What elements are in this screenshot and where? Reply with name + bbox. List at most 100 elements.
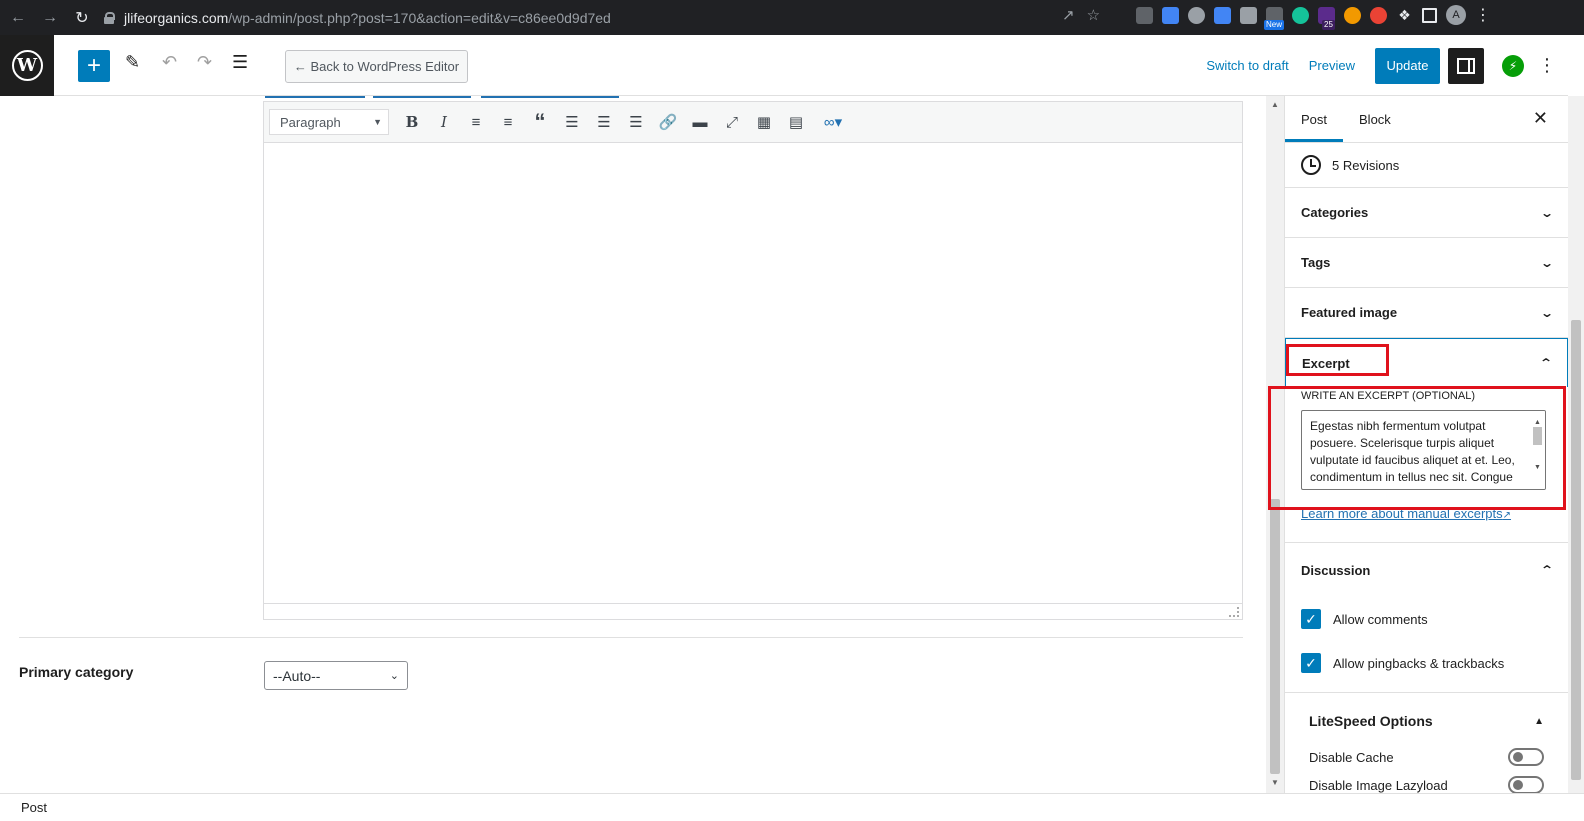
align-center-icon[interactable]: ☰ [589, 108, 619, 136]
discussion-label: Discussion [1301, 562, 1371, 578]
counter-extension-icon[interactable]: 25 [1318, 6, 1335, 30]
browser-menu-icon[interactable]: ⋮ [1475, 5, 1491, 25]
translate-extension-icon[interactable] [1214, 6, 1231, 24]
fullscreen-icon[interactable]: ⤢ [717, 108, 747, 136]
format-select-value: Paragraph [280, 114, 341, 130]
litespeed-panel-toggle[interactable]: LiteSpeed Options ▲ [1309, 693, 1544, 743]
classic-editor-block: Paragraph ▼ B I ≡ ≡ “ ☰ ☰ ☰ 🔗 ▬ ⤢ ▦ ▤ ∞▾ [263, 101, 1243, 620]
infinity-dropdown-icon[interactable]: ∞▾ [813, 108, 853, 136]
share-icon[interactable]: ↗ [1062, 6, 1075, 24]
url-host: jlifeorganics.com [124, 9, 229, 26]
news-extension-icon[interactable]: New [1264, 6, 1285, 30]
numbered-list-icon[interactable]: ≡ [493, 108, 523, 136]
camera-extension-icon[interactable] [1240, 6, 1257, 24]
disable-cache-toggle[interactable] [1508, 748, 1544, 766]
disable-lazyload-toggle[interactable] [1508, 776, 1544, 793]
litespeed-title: LiteSpeed Options [1309, 713, 1433, 729]
forward-arrow-icon[interactable]: → [36, 4, 64, 32]
profile-avatar[interactable]: A [1446, 5, 1466, 25]
redo-icon[interactable]: ↷ [197, 52, 212, 73]
disable-cache-row: Disable Cache [1309, 743, 1544, 771]
wordpress-logo-icon[interactable]: W [0, 34, 54, 96]
primary-category-label: Primary category [19, 664, 134, 680]
sidebar-scrollbar[interactable] [1568, 96, 1584, 793]
allow-pingbacks-checkbox[interactable]: ✓ [1301, 653, 1321, 673]
recycle-extension-icon[interactable] [1136, 6, 1153, 24]
triangle-up-icon: ▲ [1534, 715, 1544, 727]
back-arrow-icon[interactable]: ← [4, 4, 32, 32]
blockquote-icon[interactable]: “ [525, 108, 555, 136]
puzzle-extensions-icon[interactable]: ❖ [1396, 7, 1413, 24]
primary-category-value: --Auto-- [273, 667, 321, 684]
editor-canvas: Paragraph ▼ B I ≡ ≡ “ ☰ ☰ ☰ 🔗 ▬ ⤢ ▦ ▤ ∞▾… [0, 96, 1266, 793]
scroll-up-arrow-icon[interactable]: ▲ [1271, 100, 1279, 109]
editor-scrollbar[interactable]: ▲ ▼ [1266, 96, 1284, 793]
categories-panel-toggle[interactable]: Categories ⌄ [1285, 188, 1568, 238]
textarea-scroll-thumb[interactable] [1533, 427, 1542, 445]
sidebar-tabs: Post Block ✕ [1285, 96, 1568, 143]
learn-more-label: Learn more about manual excerpts [1301, 506, 1503, 521]
scroll-down-arrow-icon[interactable]: ▼ [1271, 778, 1279, 787]
learn-more-excerpts-link[interactable]: Learn more about manual excerpts↗ [1301, 506, 1568, 521]
excerpt-textarea[interactable]: Egestas nibh fermentum volutpat posuere.… [1301, 410, 1546, 490]
classic-editor-content[interactable] [264, 143, 1242, 603]
reload-icon[interactable]: ↻ [68, 4, 96, 32]
new-badge: New [1264, 19, 1285, 30]
tags-panel-toggle[interactable]: Tags ⌄ [1285, 238, 1568, 288]
list-view-icon[interactable]: ☰ [232, 52, 248, 73]
italic-icon[interactable]: I [429, 108, 459, 136]
tab-block[interactable]: Block [1343, 96, 1407, 142]
switch-to-draft-button[interactable]: Switch to draft [1206, 58, 1288, 73]
pencil-tools-icon[interactable]: ✎ [125, 52, 140, 73]
options-menu-icon[interactable]: ⋮ [1538, 55, 1556, 76]
primary-category-select[interactable]: --Auto-- ⌄ [264, 661, 408, 690]
textarea-scrollbar[interactable]: ▲ ▼ [1530, 411, 1545, 489]
allow-pingbacks-row: ✓ Allow pingbacks & trackbacks [1285, 641, 1568, 685]
keyboard-icon[interactable]: ▦ [749, 108, 779, 136]
disable-lazyload-row: Disable Image Lazyload [1309, 771, 1544, 793]
resize-handle[interactable] [264, 603, 1242, 619]
excerpt-text: Egestas nibh fermentum volutpat posuere.… [1310, 419, 1515, 489]
sidebar-toggle-icon[interactable] [1422, 7, 1437, 23]
docs-extension-icon[interactable] [1162, 6, 1179, 24]
toolbar-toggle-icon[interactable]: ▤ [781, 108, 811, 136]
featured-image-panel-toggle[interactable]: Featured image ⌄ [1285, 288, 1568, 338]
update-button[interactable]: Update [1375, 47, 1440, 84]
read-more-icon[interactable]: ▬ [685, 108, 715, 136]
sidebar-scroll-thumb[interactable] [1571, 320, 1581, 780]
discussion-panel: Discussion ⌃ ✓ Allow comments ✓ Allow pi… [1285, 543, 1568, 693]
tab-post[interactable]: Post [1285, 96, 1343, 142]
bold-icon[interactable]: B [397, 108, 427, 136]
scroll-down-arrow-icon[interactable]: ▼ [1534, 459, 1541, 476]
external-link-icon: ↗ [1502, 510, 1512, 521]
breadcrumb[interactable]: Post [21, 800, 47, 815]
excerpt-panel-toggle[interactable]: Excerpt ⌃ [1285, 339, 1568, 387]
align-right-icon[interactable]: ☰ [621, 108, 651, 136]
link-icon[interactable]: 🔗 [653, 108, 683, 136]
allow-comments-row: ✓ Allow comments [1285, 597, 1568, 641]
align-left-icon[interactable]: ☰ [557, 108, 587, 136]
moon-extension-icon[interactable] [1344, 6, 1361, 24]
settings-panel-icon[interactable] [1448, 47, 1484, 84]
address-bar[interactable]: jlifeorganics.com/wp-admin/post.php?post… [104, 4, 1124, 31]
close-icon[interactable]: ✕ [1533, 108, 1548, 129]
chrome-extension-icon[interactable] [1370, 6, 1387, 24]
back-to-editor-button[interactable]: ← Back to WordPress Editor [285, 50, 468, 83]
editor-scroll-thumb[interactable] [1270, 499, 1280, 774]
globe-extension-icon[interactable] [1188, 6, 1205, 24]
undo-icon[interactable]: ↶ [162, 52, 177, 73]
chevron-down-icon: ⌄ [1539, 255, 1555, 270]
disable-lazyload-label: Disable Image Lazyload [1309, 777, 1448, 793]
chevron-down-icon: ⌄ [1539, 205, 1555, 220]
grammarly-extension-icon[interactable] [1292, 6, 1309, 24]
bookmark-star-icon[interactable]: ☆ [1087, 6, 1100, 24]
allow-comments-checkbox[interactable]: ✓ [1301, 609, 1321, 629]
add-block-button[interactable]: + [78, 50, 110, 82]
bullet-list-icon[interactable]: ≡ [461, 108, 491, 136]
preview-button[interactable]: Preview [1309, 58, 1355, 73]
jetpack-icon[interactable]: ⚡ [1502, 54, 1524, 77]
revisions-link[interactable]: 5 Revisions [1285, 143, 1568, 188]
revisions-label: 5 Revisions [1332, 157, 1400, 173]
format-select[interactable]: Paragraph ▼ [269, 109, 389, 135]
discussion-panel-toggle[interactable]: Discussion ⌃ [1285, 543, 1568, 597]
